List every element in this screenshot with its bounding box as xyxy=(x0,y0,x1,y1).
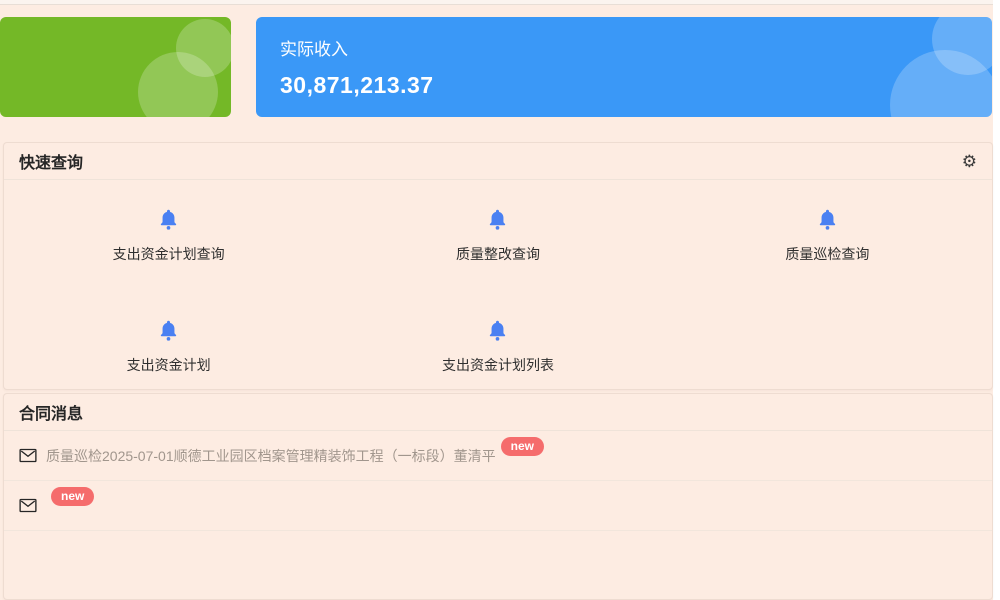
envelope-icon xyxy=(19,448,37,463)
envelope-icon xyxy=(19,498,37,513)
top-strip xyxy=(0,0,993,5)
quick-query-header: 快速查询 ⚙ xyxy=(4,143,992,180)
quick-link-label: 支出资金计划 xyxy=(127,355,211,375)
income-value: 30,871,213.37 xyxy=(280,72,992,99)
quick-link-item[interactable]: 支出资金计划 xyxy=(4,319,333,375)
quick-link-item[interactable]: 质量整改查询 xyxy=(333,208,662,264)
dashboard: 实际收入 30,871,213.37 快速查询 ⚙ 支出资金计划查询 xyxy=(0,0,1000,600)
new-badge: new xyxy=(501,437,544,456)
message-row[interactable]: 质量巡检2025-07-01顺德工业园区档案管理精装饰工程（一标段）董清平 ne… xyxy=(4,431,992,481)
stat-card-green xyxy=(0,17,231,117)
message-text: 质量巡检2025-07-01顺德工业园区档案管理精装饰工程（一标段）董清平 xyxy=(46,446,496,466)
message-row[interactable]: new xyxy=(4,481,992,531)
contract-messages-card: 合同消息 质量巡检2025-07-01顺德工业园区档案管理精装饰工程（一标段）董… xyxy=(3,393,993,600)
quick-query-card: 快速查询 ⚙ 支出资金计划查询 质量整改查询 xyxy=(3,142,993,390)
income-label: 实际收入 xyxy=(280,35,992,60)
quick-query-title: 快速查询 xyxy=(19,149,83,173)
bell-icon xyxy=(816,208,839,231)
contract-messages-header: 合同消息 xyxy=(4,394,992,431)
bell-icon xyxy=(486,208,509,231)
bell-icon xyxy=(157,319,180,342)
bell-icon xyxy=(157,208,180,231)
scrollbar-gutter xyxy=(993,0,1000,600)
quick-link-item[interactable]: 支出资金计划查询 xyxy=(4,208,333,264)
settings-gear-icon[interactable]: ⚙ xyxy=(962,153,977,170)
quick-link-label: 质量整改查询 xyxy=(456,244,540,264)
quick-link-label: 支出资金计划列表 xyxy=(442,355,554,375)
quick-link-item[interactable]: 质量巡检查询 xyxy=(663,208,992,264)
bell-icon xyxy=(486,319,509,342)
new-badge: new xyxy=(51,487,94,506)
message-list: 质量巡检2025-07-01顺德工业园区档案管理精装饰工程（一标段）董清平 ne… xyxy=(4,431,992,531)
quick-link-item[interactable]: 支出资金计划列表 xyxy=(333,319,662,375)
contract-messages-title: 合同消息 xyxy=(19,400,83,424)
stat-card-actual-income: 实际收入 30,871,213.37 xyxy=(256,17,992,117)
quick-link-label: 支出资金计划查询 xyxy=(113,244,225,264)
quick-link-label: 质量巡检查询 xyxy=(785,244,869,264)
